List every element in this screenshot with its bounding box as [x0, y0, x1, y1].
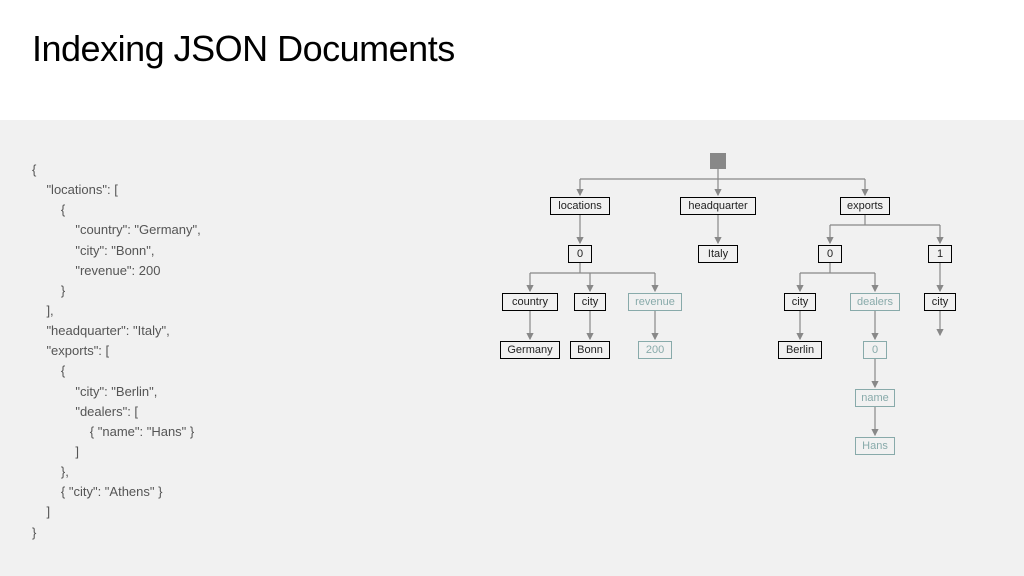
node-hans: Hans	[855, 437, 895, 455]
node-exports: exports	[840, 197, 890, 215]
node-index-0a: 0	[568, 245, 592, 263]
node-index-0c: 0	[863, 341, 887, 359]
node-italy: Italy	[698, 245, 738, 263]
tree-diagram: locations headquarter exports 0 Italy 0 …	[520, 145, 1000, 555]
slide-title: Indexing JSON Documents	[32, 28, 455, 70]
node-index-1: 1	[928, 245, 952, 263]
node-city-c: city	[924, 293, 956, 311]
node-200: 200	[638, 341, 672, 359]
slide-content: { "locations": [ { "country": "Germany",…	[0, 120, 1024, 576]
node-city-a: city	[574, 293, 606, 311]
root-node	[710, 153, 726, 169]
node-revenue: revenue	[628, 293, 682, 311]
node-headquarter: headquarter	[680, 197, 756, 215]
node-germany: Germany	[500, 341, 560, 359]
json-code-block: { "locations": [ { "country": "Germany",…	[32, 160, 201, 543]
node-city-b: city	[784, 293, 816, 311]
node-dealers: dealers	[850, 293, 900, 311]
node-locations: locations	[550, 197, 610, 215]
node-country: country	[502, 293, 558, 311]
node-index-0b: 0	[818, 245, 842, 263]
node-bonn: Bonn	[570, 341, 610, 359]
node-name: name	[855, 389, 895, 407]
node-berlin: Berlin	[778, 341, 822, 359]
